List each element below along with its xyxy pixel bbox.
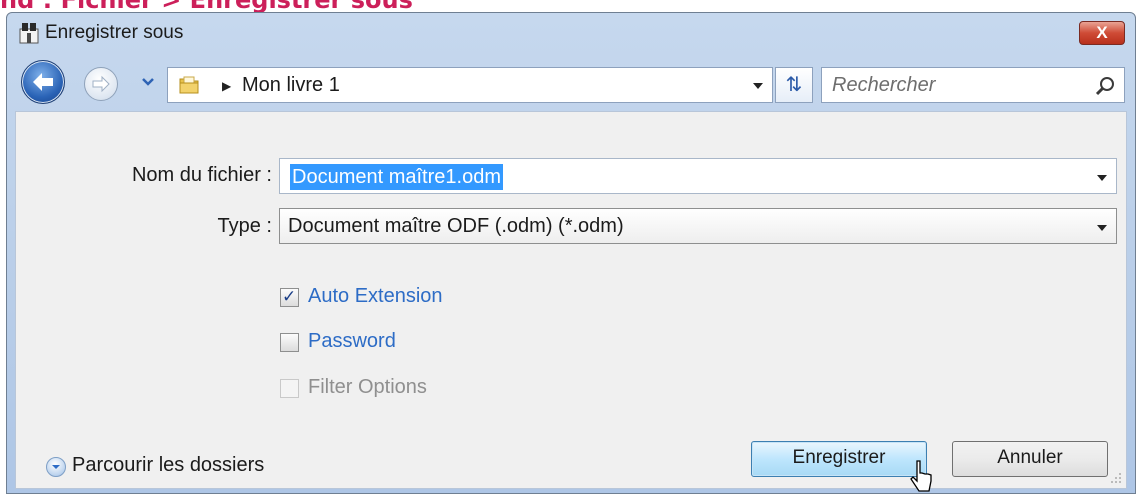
back-button[interactable] — [21, 60, 65, 104]
password-checkbox[interactable] — [280, 333, 299, 352]
chevron-down-icon[interactable] — [1096, 224, 1108, 232]
forward-button[interactable] — [84, 67, 118, 101]
chevron-down-icon[interactable] — [141, 76, 155, 88]
type-value: Document maître ODF (.odm) (*.odm) — [288, 215, 624, 237]
search-icon[interactable] — [1094, 75, 1116, 97]
password-label[interactable]: Password — [308, 330, 396, 353]
auto-extension-label[interactable]: Auto Extension — [308, 285, 443, 308]
type-select[interactable]: Document maître ODF (.odm) (*.odm) — [279, 208, 1117, 244]
filter-options-checkbox — [280, 379, 299, 398]
page-heading: nd : Fichier > Enregistrer sous — [0, 0, 413, 14]
close-button[interactable]: X — [1079, 21, 1125, 45]
search-placeholder: Rechercher — [832, 74, 936, 96]
filter-options-label: Filter Options — [308, 376, 427, 398]
refresh-button[interactable]: ⇅ — [775, 67, 813, 103]
window-title: Enregistrer sous — [45, 22, 184, 43]
forward-arrow-icon — [92, 75, 110, 93]
expand-icon[interactable] — [46, 457, 66, 477]
refresh-icon: ⇅ — [785, 74, 803, 96]
address-dropdown-icon[interactable] — [752, 82, 764, 90]
browse-folders-toggle[interactable]: Parcourir les dossiers — [72, 454, 264, 477]
dialog-content: Nom du fichier : Document maître1.odm Ty… — [15, 111, 1127, 492]
back-arrow-icon — [33, 73, 53, 91]
resize-grip-icon[interactable] — [1110, 472, 1122, 484]
search-input[interactable]: Rechercher — [821, 67, 1125, 103]
filename-field[interactable]: Document maître1.odm — [279, 158, 1117, 194]
auto-extension-checkbox[interactable]: ✓ — [280, 287, 299, 307]
filename-label: Nom du fichier : — [131, 164, 272, 186]
checkmark-icon: ✓ — [282, 287, 297, 306]
chevron-down-icon[interactable] — [1096, 174, 1108, 182]
folder-icon — [179, 76, 199, 94]
title-bar[interactable]: Enregistrer sous X — [7, 13, 1135, 53]
save-button[interactable]: Enregistrer — [751, 441, 927, 477]
cancel-button[interactable]: Annuler — [952, 441, 1108, 477]
app-icon — [19, 23, 39, 44]
address-bar[interactable]: ▶ Mon livre 1 — [167, 67, 773, 103]
breadcrumb-arrow-icon[interactable]: ▶ — [222, 79, 231, 93]
type-label: Type : — [217, 215, 272, 237]
save-as-dialog: Enregistrer sous X ▶ Mon livre 1 ⇅ Reche… — [6, 12, 1136, 494]
pointer-cursor-icon — [910, 460, 932, 492]
filename-value: Document maître1.odm — [290, 164, 503, 190]
breadcrumb[interactable]: Mon livre 1 — [242, 74, 340, 97]
